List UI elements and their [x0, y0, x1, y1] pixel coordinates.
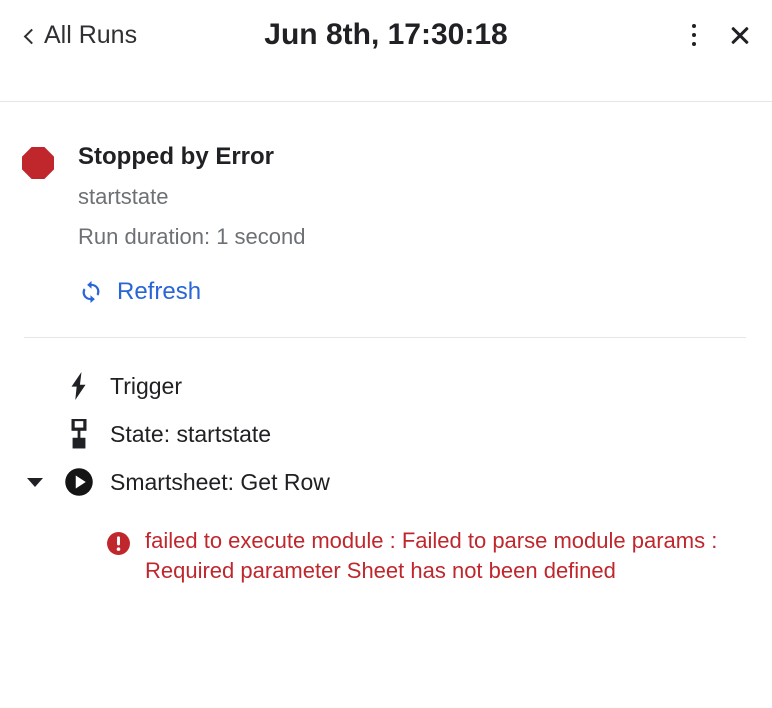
- status-state-name: startstate: [78, 184, 169, 209]
- step-label-state: State: startstate: [110, 421, 272, 447]
- kebab-dot: [691, 23, 697, 29]
- lightning-bolt-icon: [64, 372, 94, 400]
- error-exclamation-icon: [106, 531, 131, 556]
- caret-down-shape: [27, 477, 43, 487]
- kebab-menu-icon[interactable]: [682, 20, 706, 50]
- step-label-smartsheet-get-row: Smartsheet: Get Row: [110, 469, 330, 495]
- header-actions: [682, 20, 754, 50]
- stop-octagon-icon: [22, 147, 54, 179]
- play-circle-icon: [64, 467, 94, 497]
- refresh-sync-icon: [78, 279, 104, 305]
- run-steps-list: Trigger State: startstate Smartsheet: Ge…: [0, 338, 772, 586]
- close-icon[interactable]: [726, 20, 754, 50]
- error-message-text: failed to execute module : Failed to par…: [145, 528, 718, 583]
- kebab-dot: [691, 41, 697, 47]
- chevron-down-icon[interactable]: [22, 477, 48, 487]
- step-error-message: failed to execute module : Failed to par…: [0, 526, 772, 586]
- refresh-label: Refresh: [117, 278, 202, 305]
- run-status-block: Stopped by Error startstate Run duration…: [0, 102, 772, 305]
- status-badge: Stopped by Error: [78, 143, 275, 170]
- step-row-state[interactable]: State: startstate: [0, 410, 772, 458]
- run-detail-header: All Runs Jun 8th, 17:30:18: [0, 0, 772, 102]
- step-row-smartsheet-get-row[interactable]: Smartsheet: Get Row: [0, 458, 772, 506]
- page-title: Jun 8th, 17:30:18: [264, 18, 508, 51]
- step-label-trigger: Trigger: [110, 373, 182, 399]
- state-node-icon: [64, 419, 94, 449]
- kebab-dot: [691, 32, 697, 38]
- run-duration: Run duration: 1 second: [78, 224, 306, 249]
- refresh-button[interactable]: Refresh: [78, 279, 201, 305]
- step-row-trigger[interactable]: Trigger: [0, 362, 772, 410]
- run-status-text: Stopped by Error startstate Run duration…: [78, 142, 306, 305]
- run-status-row: Stopped by Error startstate Run duration…: [0, 142, 772, 305]
